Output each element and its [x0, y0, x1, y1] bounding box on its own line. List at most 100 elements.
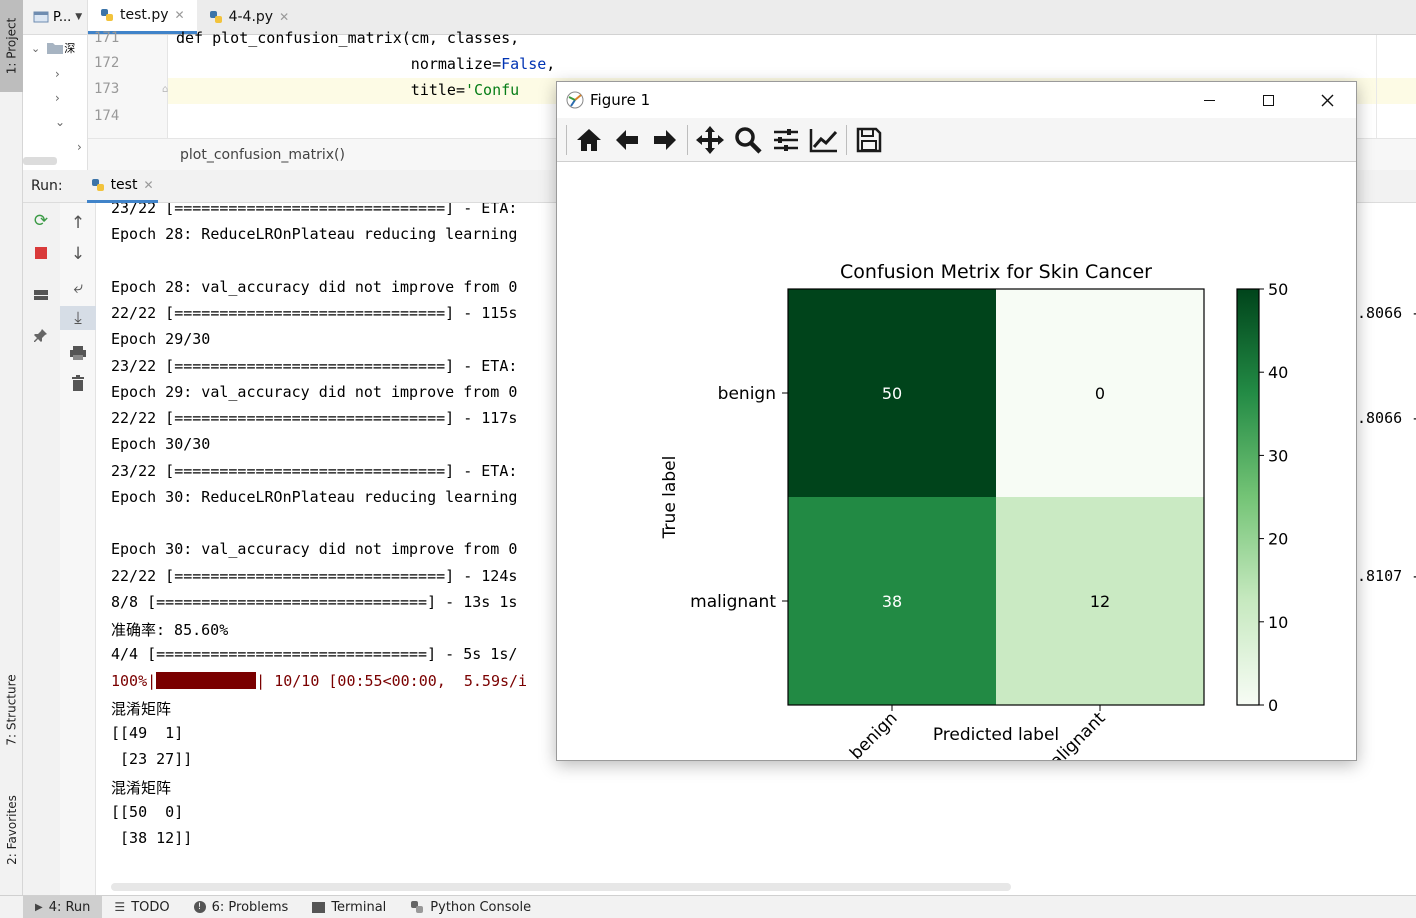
progress-line: 100%| | 10/10 [00:55<00:00, 5.59s/i: [111, 672, 527, 690]
line-number-gutter: 171 172 173 174 ⌂: [88, 30, 168, 138]
toolbar-separator: [846, 124, 847, 155]
console-output[interactable]: 23/22 [==============================] -…: [96, 203, 566, 883]
configure-subplots-icon: [774, 128, 798, 151]
console-line-overflow: .8107 -: [1357, 567, 1416, 585]
toolbar-separator: [687, 124, 688, 155]
close-icon[interactable]: ✕: [175, 8, 185, 22]
forward-button[interactable]: [646, 120, 684, 160]
tool-tab-label: 6: Problems: [211, 899, 289, 915]
pan-button[interactable]: [691, 120, 729, 160]
save-button[interactable]: [850, 120, 888, 160]
edit-axes-button[interactable]: [805, 120, 843, 160]
code-text: ,: [546, 55, 556, 73]
code-line: title='Confu: [176, 81, 519, 99]
console-horizontal-scrollbar[interactable]: [111, 883, 1011, 891]
close-window-button[interactable]: [1304, 82, 1350, 118]
console-line: 4/4 [==============================] - 5…: [111, 645, 518, 663]
rerun-button[interactable]: ⟳: [23, 209, 59, 233]
back-button[interactable]: [608, 120, 646, 160]
tree-row[interactable]: ›: [23, 85, 88, 111]
console-line: 23/22 [==============================] -…: [111, 462, 518, 480]
cell-value-label: 12: [1090, 592, 1110, 611]
print-icon: [70, 346, 86, 360]
tool-tab-label: Python Console: [430, 899, 532, 915]
console-line: [[49 1]: [111, 724, 184, 742]
project-panel: P... ▼ ⌄ 深 › › ⌄ ›: [23, 0, 88, 170]
line-number: 173: [94, 81, 120, 97]
breadcrumb-function[interactable]: plot_confusion_matrix(): [180, 147, 345, 163]
zoom-button[interactable]: [729, 120, 767, 160]
close-icon[interactable]: ✕: [279, 10, 289, 24]
tab-label: 4-4.py: [228, 8, 274, 25]
stop-icon: [35, 247, 47, 259]
console-line: [[50 0]: [111, 803, 184, 821]
matplotlib-logo-icon: [566, 91, 584, 109]
tool-tab-python-console[interactable]: Python Console: [398, 896, 543, 918]
tool-tab-terminal[interactable]: Terminal: [300, 896, 398, 918]
figure-title-bar[interactable]: Figure 1: [557, 82, 1356, 118]
minimize-button[interactable]: [1186, 82, 1232, 118]
console-line: 8/8 [==============================] - 1…: [111, 593, 518, 611]
console-line: [38 12]]: [111, 829, 193, 847]
console-line: 22/22 [==============================] -…: [111, 567, 518, 585]
tree-row[interactable]: ⌄: [23, 109, 88, 135]
scroll-to-end-button[interactable]: ⤓: [60, 306, 96, 330]
console-line: 混淆矩阵: [111, 700, 172, 718]
colorbar-tick-label: 40: [1268, 363, 1288, 382]
close-icon[interactable]: ✕: [143, 178, 153, 192]
chevron-right-icon[interactable]: ›: [55, 91, 60, 105]
project-panel-scrollbar[interactable]: [23, 157, 57, 165]
figure-window[interactable]: Figure 1 Confusion Metrix for Skin Cance…: [556, 81, 1357, 783]
tool-tab-label: TODO: [131, 899, 170, 915]
maximize-button[interactable]: [1245, 82, 1291, 118]
pin-button[interactable]: [23, 323, 59, 347]
chevron-right-icon[interactable]: ›: [55, 67, 60, 81]
figure-canvas[interactable]: Confusion Metrix for Skin Cancer 50 0 38 12 b…: [557, 162, 1356, 783]
pan-icon: [696, 125, 724, 154]
structure-tool-tab-label: 7: Structure: [4, 674, 19, 746]
console-line: 23/22 [==============================] -…: [111, 357, 518, 375]
tab-label: test.py: [120, 7, 169, 23]
list-icon: ☰: [114, 900, 126, 914]
project-view-icon: [33, 11, 49, 23]
favorites-tool-tab[interactable]: 2: Favorites: [0, 780, 23, 880]
project-tool-tab[interactable]: 1: Project: [0, 0, 23, 92]
line-number: 172: [94, 55, 120, 71]
save-icon: [856, 127, 882, 152]
colorbar-tick-label: 0: [1268, 696, 1278, 715]
python-icon: [411, 901, 424, 913]
clear-all-button[interactable]: [60, 371, 96, 395]
problems-icon: !: [193, 901, 206, 913]
project-panel-header[interactable]: P... ▼: [23, 0, 87, 35]
back-arrow-icon: [616, 129, 638, 150]
play-icon: ▶: [35, 901, 43, 913]
home-button[interactable]: [570, 120, 608, 160]
console-line: 23/22 [==============================] -…: [111, 203, 518, 217]
configure-subplots-button[interactable]: [767, 120, 805, 160]
terminal-icon: [312, 901, 326, 913]
run-tab-test[interactable]: test ✕: [86, 170, 158, 203]
tool-tab-problems[interactable]: ! 6: Problems: [182, 896, 301, 918]
console-line: Epoch 29/30: [111, 330, 211, 348]
layout-button[interactable]: [23, 283, 59, 307]
tool-tab-todo[interactable]: ☰ TODO: [102, 896, 181, 918]
line-number: 174: [94, 108, 120, 124]
tree-row[interactable]: ›: [23, 61, 88, 87]
soft-wrap-button[interactable]: ⤶: [60, 276, 96, 300]
structure-tool-tab[interactable]: 7: Structure: [0, 660, 23, 760]
dropdown-icon[interactable]: ▼: [75, 12, 82, 22]
cell-value-label: 38: [882, 592, 902, 611]
chevron-right-icon[interactable]: ›: [77, 140, 82, 154]
stop-button[interactable]: [23, 241, 59, 265]
project-panel-label: P...: [53, 9, 72, 25]
chevron-down-icon[interactable]: ⌄: [31, 42, 40, 55]
console-line: 22/22 [==============================] -…: [111, 409, 518, 427]
scroll-down-button[interactable]: ↓: [60, 242, 96, 266]
tool-tab-run[interactable]: ▶ 4: Run: [23, 895, 103, 918]
y-tick-label: malignant: [690, 592, 776, 612]
python-icon: [91, 178, 104, 191]
tree-row-root[interactable]: ⌄ 深: [23, 35, 88, 61]
print-button[interactable]: [60, 341, 96, 365]
chevron-down-icon[interactable]: ⌄: [55, 115, 65, 129]
scroll-up-button[interactable]: ↑: [60, 211, 96, 235]
